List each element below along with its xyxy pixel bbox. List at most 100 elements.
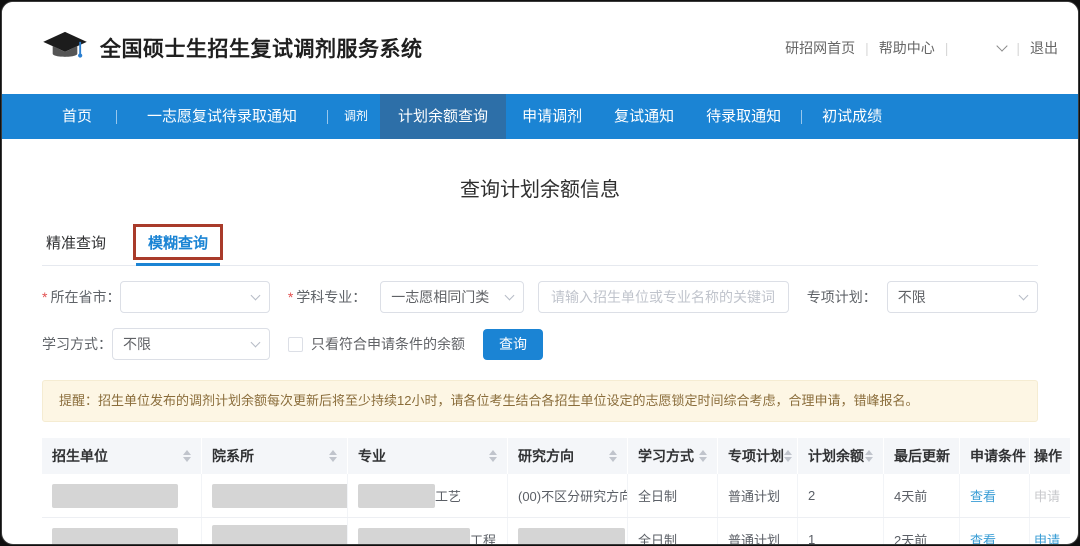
cell-remaining: 1 bbox=[798, 518, 884, 545]
special-plan-label: 专项计划： bbox=[807, 287, 877, 307]
special-plan-value: 不限 bbox=[898, 287, 1020, 307]
sort-icon[interactable] bbox=[489, 450, 497, 462]
redacted-block bbox=[212, 484, 348, 508]
separator: | bbox=[865, 40, 869, 56]
nav-item[interactable]: 待录取通知 bbox=[690, 94, 797, 139]
nav-item[interactable]: 复试通知 bbox=[598, 94, 690, 139]
view-conditions-link[interactable]: 查看 bbox=[970, 530, 996, 545]
province-label: * 所在省市： bbox=[42, 287, 120, 307]
cell-condition: 查看 bbox=[960, 518, 1030, 545]
cell-department bbox=[202, 518, 348, 545]
link-logout[interactable]: 退出 bbox=[1030, 38, 1058, 58]
column-header-unit[interactable]: 招生单位 bbox=[42, 438, 202, 474]
sort-icon[interactable] bbox=[784, 450, 792, 462]
query-tabs: 精准查询 模糊查询 bbox=[42, 230, 1038, 266]
table-head: 招生单位 院系所 专业 研究方向 学习方式 专项计划计划余额最后更新申请条件操作 bbox=[42, 438, 1070, 474]
apply-link: 申请 bbox=[1034, 486, 1060, 505]
separator: | bbox=[945, 40, 949, 56]
eligible-only-checkbox[interactable] bbox=[288, 337, 303, 352]
nav-item[interactable]: 一志愿复试待录取通知 bbox=[121, 94, 323, 139]
nav-divider bbox=[116, 110, 117, 124]
redacted-block bbox=[518, 528, 625, 545]
column-header-plan-type[interactable]: 专项计划 bbox=[718, 438, 798, 474]
cell-updated: 2天前 bbox=[884, 518, 960, 545]
subject-select[interactable]: 一志愿相同门类 bbox=[380, 281, 524, 313]
results-table: 招生单位院系所专业研究方向学习方式专项计划计划余额最后更新申请条件操作 工艺(0… bbox=[42, 438, 1070, 545]
cell-text: 工程 bbox=[470, 530, 496, 545]
cell-remaining: 2 bbox=[798, 474, 884, 517]
nav-item-active[interactable]: 计划余额查询 bbox=[380, 94, 506, 139]
sort-icon[interactable] bbox=[329, 450, 337, 462]
redacted-block bbox=[358, 528, 470, 545]
sort-icon[interactable] bbox=[609, 450, 617, 462]
app-window: 全国硕士生招生复试调剂服务系统 研招网首页 | 帮助中心 | | 退出 首页一志… bbox=[1, 1, 1079, 545]
column-label: 招生单位 bbox=[52, 446, 108, 466]
subject-label: * 学科专业： bbox=[288, 287, 366, 307]
column-label: 研究方向 bbox=[518, 446, 574, 466]
sort-icon[interactable] bbox=[865, 450, 873, 462]
study-mode-select[interactable]: 不限 bbox=[112, 328, 270, 360]
cell-unit bbox=[42, 474, 202, 517]
search-button[interactable]: 查询 bbox=[483, 329, 543, 360]
column-header-department[interactable]: 院系所 bbox=[202, 438, 348, 474]
required-mark: * bbox=[42, 289, 47, 305]
required-mark: * bbox=[288, 289, 293, 305]
apply-link[interactable]: 申请 bbox=[1034, 530, 1060, 545]
column-label: 院系所 bbox=[212, 446, 254, 466]
separator: | bbox=[1016, 40, 1020, 56]
nav-divider bbox=[327, 110, 328, 124]
column-header-direction[interactable]: 研究方向 bbox=[508, 438, 628, 474]
app-title: 全国硕士生招生复试调剂服务系统 bbox=[100, 33, 423, 63]
table-row: 工程全日制普通计划12天前查看申请 bbox=[42, 518, 1070, 545]
tab-fuzzy-query[interactable]: 模糊查询 bbox=[144, 232, 212, 265]
cell-updated: 4天前 bbox=[884, 474, 960, 517]
chevron-down-icon bbox=[1019, 291, 1029, 301]
link-help-center[interactable]: 帮助中心 bbox=[879, 38, 935, 58]
link-yanzhao-home[interactable]: 研招网首页 bbox=[785, 38, 855, 58]
nav-item[interactable]: 申请调剂 bbox=[506, 94, 598, 139]
column-header-condition: 申请条件 bbox=[960, 438, 1030, 474]
cell-direction: (00)不区分研究方向 bbox=[508, 474, 628, 517]
cell-plan-type: 普通计划 bbox=[718, 474, 798, 517]
column-label: 学习方式 bbox=[638, 446, 694, 466]
keyword-input[interactable] bbox=[538, 281, 789, 313]
table-body: 工艺(00)不区分研究方向全日制普通计划24天前查看申请工程全日制普通计划12天… bbox=[42, 474, 1070, 545]
cell-study-mode: 全日制 bbox=[628, 518, 718, 545]
column-label: 申请条件 bbox=[970, 446, 1026, 466]
chevron-down-icon bbox=[250, 291, 260, 301]
study-mode-label: 学习方式： bbox=[42, 334, 112, 354]
column-header-major[interactable]: 专业 bbox=[348, 438, 508, 474]
sort-icon[interactable] bbox=[183, 450, 191, 462]
column-label: 最后更新 bbox=[894, 446, 950, 466]
nav-item[interactable]: 首页 bbox=[42, 94, 112, 139]
user-menu[interactable] bbox=[958, 41, 1006, 55]
filter-row-2: 学习方式： 不限 只看符合申请条件的余额 查询 bbox=[42, 328, 1038, 360]
column-label: 专业 bbox=[358, 446, 386, 466]
column-label: 操作 bbox=[1034, 446, 1062, 466]
header-links: 研招网首页 | 帮助中心 | | 退出 bbox=[785, 38, 1058, 58]
eligible-only-label[interactable]: 只看符合申请条件的余额 bbox=[311, 334, 465, 354]
redacted-block bbox=[52, 528, 178, 545]
column-header-updated: 最后更新 bbox=[884, 438, 960, 474]
table-row: 工艺(00)不区分研究方向全日制普通计划24天前查看申请 bbox=[42, 474, 1070, 518]
cell-action: 申请 bbox=[1030, 518, 1070, 545]
column-header-remaining[interactable]: 计划余额 bbox=[798, 438, 884, 474]
sort-icon[interactable] bbox=[699, 450, 707, 462]
province-select[interactable] bbox=[120, 281, 269, 313]
nav-item[interactable]: 初试成绩 bbox=[806, 94, 898, 139]
nav-item[interactable]: 调剂 bbox=[332, 94, 380, 139]
tab-precise-query[interactable]: 精准查询 bbox=[42, 232, 110, 265]
chevron-down-icon bbox=[505, 291, 515, 301]
redacted-block bbox=[212, 525, 348, 545]
special-plan-select[interactable]: 不限 bbox=[887, 281, 1038, 313]
column-header-study-mode[interactable]: 学习方式 bbox=[628, 438, 718, 474]
cell-direction bbox=[508, 518, 628, 545]
cell-study-mode: 全日制 bbox=[628, 474, 718, 517]
notice-banner: 提醒：招生单位发布的调剂计划余额每次更新后将至少持续12小时，请各位考生结合各招… bbox=[42, 380, 1038, 422]
cell-major: 工程 bbox=[348, 518, 508, 545]
view-conditions-link[interactable]: 查看 bbox=[970, 486, 996, 505]
cell-condition: 查看 bbox=[960, 474, 1030, 517]
cell-department bbox=[202, 474, 348, 517]
study-mode-value: 不限 bbox=[123, 334, 252, 354]
chevron-down-icon bbox=[997, 40, 1008, 51]
